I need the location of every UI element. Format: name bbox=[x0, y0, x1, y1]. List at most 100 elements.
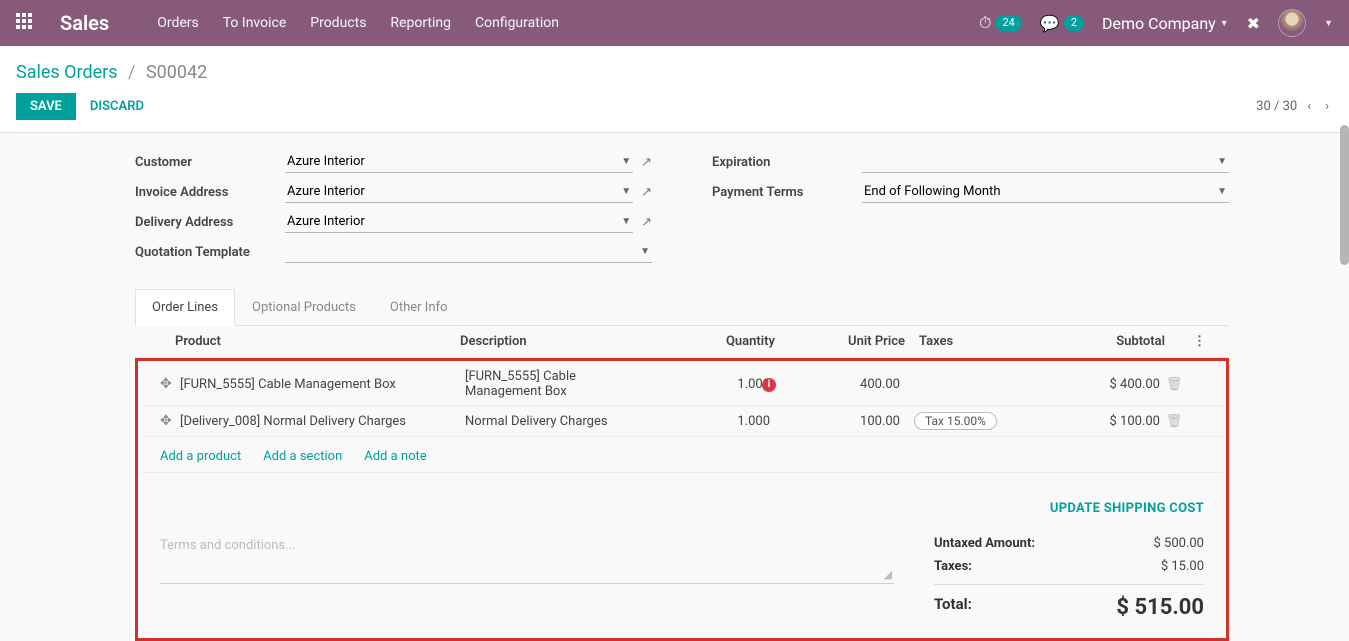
line-price[interactable]: 100.00 bbox=[770, 414, 900, 429]
col-unit-price: Unit Price bbox=[775, 334, 905, 349]
company-name: Demo Company bbox=[1102, 14, 1216, 33]
tab-optional-products[interactable]: Optional Products bbox=[235, 289, 373, 325]
clock-icon: ⏱ bbox=[979, 13, 991, 33]
line-product[interactable]: [Delivery_008] Normal Delivery Charges bbox=[180, 414, 465, 429]
nav-menu: Orders To Invoice Products Reporting Con… bbox=[157, 15, 979, 31]
add-note-link[interactable]: Add a note bbox=[364, 449, 426, 464]
form-sheet: Customer ▼ ↗ Invoice Address ▼ ↗ Deliver… bbox=[0, 133, 1349, 641]
taxes-value: $ 15.00 bbox=[1161, 559, 1204, 574]
pager-count: 30 / 30 bbox=[1256, 99, 1297, 114]
col-taxes: Taxes bbox=[905, 334, 1035, 349]
pager-prev[interactable]: ‹ bbox=[1303, 95, 1315, 118]
line-quantity[interactable]: 1.000 bbox=[737, 414, 770, 429]
nav-products[interactable]: Products bbox=[310, 15, 366, 31]
template-input[interactable] bbox=[287, 244, 640, 259]
grid-header: Product Description Quantity Unit Price … bbox=[135, 326, 1229, 358]
chevron-down-icon[interactable]: ▼ bbox=[640, 246, 650, 257]
chat-badge: 2 bbox=[1064, 15, 1084, 31]
taxes-label: Taxes: bbox=[934, 559, 972, 574]
invoice-address-input[interactable] bbox=[287, 184, 621, 199]
untaxed-value: $ 500.00 bbox=[1154, 536, 1205, 551]
order-lines-highlighted: ✥ [FURN_5555] Cable Management Box [FURN… bbox=[135, 358, 1229, 641]
tabs: Order Lines Optional Products Other Info bbox=[135, 289, 1229, 326]
breadcrumb-sep: / bbox=[128, 62, 135, 83]
chevron-down-icon[interactable]: ▼ bbox=[1217, 156, 1227, 167]
scrollbar[interactable] bbox=[1340, 125, 1349, 265]
main-navbar: Sales Orders To Invoice Products Reporti… bbox=[0, 0, 1349, 46]
apps-icon[interactable] bbox=[16, 13, 36, 33]
expiration-label: Expiration bbox=[712, 155, 862, 170]
tab-other-info[interactable]: Other Info bbox=[373, 289, 465, 325]
discard-button[interactable]: DISCARD bbox=[76, 93, 158, 120]
col-product: Product bbox=[175, 334, 460, 349]
total-value: $ 515.00 bbox=[1116, 595, 1204, 620]
payment-terms-input[interactable] bbox=[864, 184, 1217, 199]
col-description: Description bbox=[460, 334, 655, 349]
line-price[interactable]: 400.00 bbox=[770, 377, 900, 392]
expiration-input[interactable] bbox=[864, 154, 1217, 169]
tax-pill[interactable]: Tax 15.00% bbox=[914, 412, 997, 430]
activity-badge: 24 bbox=[995, 15, 1021, 31]
nav-right: ⏱ 24 💬 2 Demo Company ▼ ✖ ▼ bbox=[979, 9, 1333, 37]
breadcrumb-root[interactable]: Sales Orders bbox=[16, 62, 118, 83]
add-section-link[interactable]: Add a section bbox=[263, 449, 342, 464]
line-subtotal: $ 400.00 bbox=[1030, 377, 1160, 392]
chevron-down-icon[interactable]: ▼ bbox=[621, 186, 631, 197]
line-product[interactable]: [FURN_5555] Cable Management Box bbox=[180, 377, 465, 392]
drag-handle-icon[interactable]: ✥ bbox=[160, 413, 172, 429]
update-shipping-link[interactable]: UPDATE SHIPPING COST bbox=[1050, 501, 1204, 516]
tab-order-lines[interactable]: Order Lines bbox=[135, 289, 235, 326]
terms-textarea[interactable]: Terms and conditions... ◢ bbox=[160, 532, 894, 584]
column-options-icon[interactable]: ⋮ bbox=[1193, 334, 1209, 349]
resize-handle-icon[interactable]: ◢ bbox=[884, 568, 892, 581]
col-quantity: Quantity bbox=[655, 334, 775, 349]
chat-icon: 💬 bbox=[1040, 14, 1060, 33]
delivery-address-label: Delivery Address bbox=[135, 215, 285, 230]
template-label: Quotation Template bbox=[135, 245, 285, 260]
delete-line-icon[interactable]: 🗑 bbox=[1160, 414, 1188, 429]
warning-icon[interactable]: i bbox=[762, 378, 776, 392]
line-subtotal: $ 100.00 bbox=[1030, 414, 1160, 429]
messaging-button[interactable]: 💬 2 bbox=[1040, 14, 1084, 33]
line-description[interactable]: [FURN_5555] Cable Management Box bbox=[465, 369, 650, 399]
delivery-address-input[interactable] bbox=[287, 214, 621, 229]
external-link-icon[interactable]: ↗ bbox=[641, 215, 652, 230]
add-product-link[interactable]: Add a product bbox=[160, 449, 241, 464]
payment-terms-label: Payment Terms bbox=[712, 185, 862, 200]
totals-block: Untaxed Amount:$ 500.00 Taxes:$ 15.00 To… bbox=[934, 532, 1204, 624]
chevron-down-icon[interactable]: ▼ bbox=[1324, 18, 1333, 29]
invoice-address-label: Invoice Address bbox=[135, 185, 285, 200]
col-subtotal: Subtotal bbox=[1035, 334, 1165, 349]
nav-orders[interactable]: Orders bbox=[157, 15, 199, 31]
chevron-down-icon[interactable]: ▼ bbox=[621, 216, 631, 227]
breadcrumb: Sales Orders / S00042 bbox=[16, 54, 1333, 93]
delete-line-icon[interactable]: 🗑 bbox=[1160, 377, 1188, 392]
pager-next[interactable]: › bbox=[1321, 95, 1333, 118]
chevron-down-icon[interactable]: ▼ bbox=[621, 156, 631, 167]
app-brand[interactable]: Sales bbox=[60, 11, 109, 35]
nav-reporting[interactable]: Reporting bbox=[390, 15, 451, 31]
line-description[interactable]: Normal Delivery Charges bbox=[465, 414, 650, 429]
drag-handle-icon[interactable]: ✥ bbox=[160, 376, 172, 392]
debug-icon[interactable]: ✖ bbox=[1247, 14, 1260, 33]
customer-label: Customer bbox=[135, 155, 285, 170]
chevron-down-icon: ▼ bbox=[1220, 18, 1229, 29]
activity-button[interactable]: ⏱ 24 bbox=[979, 13, 1022, 33]
user-avatar[interactable] bbox=[1278, 9, 1306, 37]
customer-input[interactable] bbox=[287, 154, 621, 169]
order-line-row[interactable]: ✥ [Delivery_008] Normal Delivery Charges… bbox=[140, 406, 1224, 437]
nav-to-invoice[interactable]: To Invoice bbox=[223, 15, 287, 31]
total-label: Total: bbox=[934, 595, 972, 620]
save-button[interactable]: SAVE bbox=[16, 93, 76, 120]
add-row: Add a product Add a section Add a note bbox=[140, 437, 1224, 473]
order-line-row[interactable]: ✥ [FURN_5555] Cable Management Box [FURN… bbox=[140, 363, 1224, 406]
nav-configuration[interactable]: Configuration bbox=[475, 15, 559, 31]
control-panel: Sales Orders / S00042 SAVE DISCARD 30 / … bbox=[0, 46, 1349, 133]
action-row: SAVE DISCARD 30 / 30 ‹ › bbox=[16, 93, 1333, 120]
chevron-down-icon[interactable]: ▼ bbox=[1217, 186, 1227, 197]
pager: 30 / 30 ‹ › bbox=[1256, 95, 1333, 118]
external-link-icon[interactable]: ↗ bbox=[641, 155, 652, 170]
external-link-icon[interactable]: ↗ bbox=[641, 185, 652, 200]
company-switcher[interactable]: Demo Company ▼ bbox=[1102, 14, 1229, 33]
terms-placeholder: Terms and conditions... bbox=[160, 538, 295, 553]
